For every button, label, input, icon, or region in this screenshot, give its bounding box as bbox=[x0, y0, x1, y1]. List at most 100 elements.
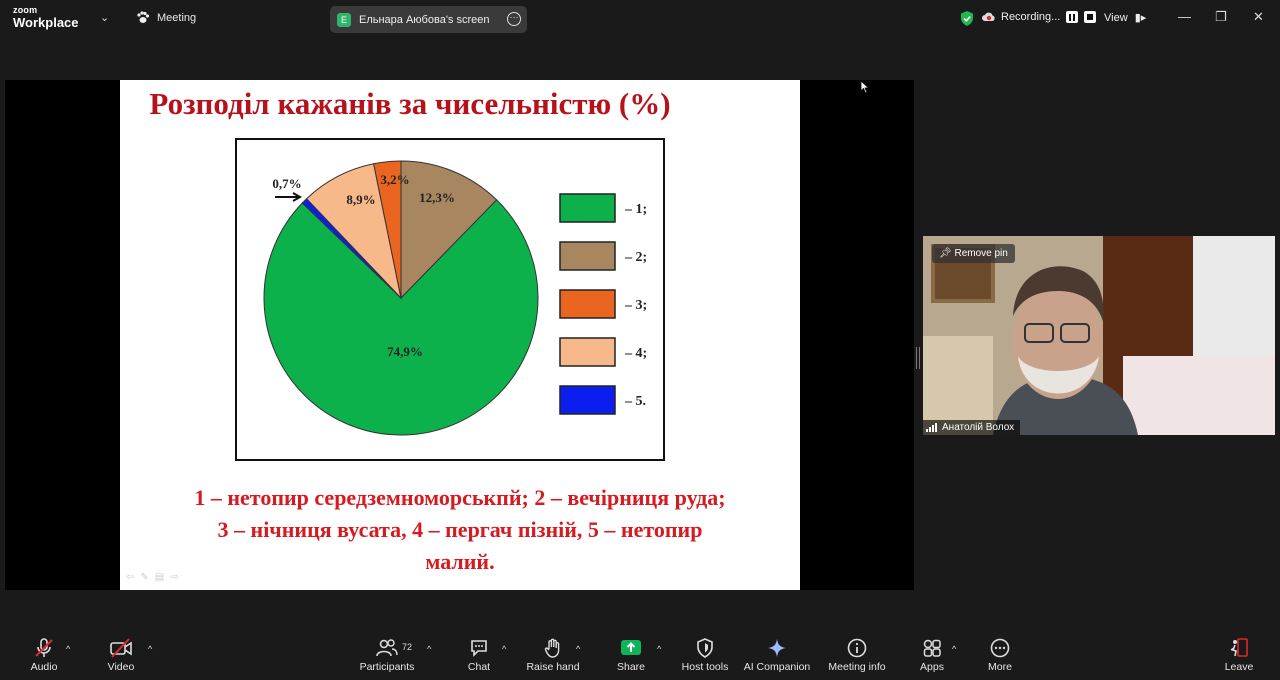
meeting-label: Meeting bbox=[157, 11, 197, 24]
leave-door-icon bbox=[1230, 638, 1248, 657]
legend-swatch-5 bbox=[559, 385, 616, 415]
legend-label-5: – 5. bbox=[624, 394, 646, 409]
minimize-button[interactable]: — bbox=[1178, 9, 1191, 24]
presentation-slide: Розподіл кажанів за чисельністю (%) 12,3… bbox=[120, 80, 800, 590]
slide-title: Розподіл кажанів за чисельністю (%) bbox=[149, 86, 671, 121]
meeting-info-label: Meeting info bbox=[828, 661, 886, 673]
participants-icon bbox=[376, 639, 398, 657]
more-label: More bbox=[988, 661, 1012, 673]
ai-companion-label: AI Companion bbox=[743, 661, 811, 673]
pie-chart-frame: 12,3% 74,9% 0,7% 8,9% 3,2% – 1; – 2; – 3; – 4; – … bbox=[235, 138, 665, 461]
participant-video-frame bbox=[923, 236, 1275, 435]
info-icon bbox=[847, 638, 867, 658]
ai-companion-button[interactable]: AI Companion bbox=[732, 638, 822, 673]
participants-button[interactable]: Participants bbox=[347, 638, 427, 673]
shield-check-icon[interactable] bbox=[960, 11, 974, 26]
legend-swatch-1 bbox=[559, 193, 616, 223]
raise-hand-label: Raise hand bbox=[526, 661, 580, 673]
meeting-menu-button[interactable]: Meeting bbox=[136, 11, 196, 24]
microphone-muted-icon bbox=[35, 638, 53, 657]
slice-5-pointer-arrow bbox=[275, 192, 303, 202]
pie-label-5: 0,7% bbox=[272, 176, 301, 191]
leave-button[interactable]: Leave bbox=[1199, 638, 1279, 673]
logo-bottom-text: Workplace bbox=[13, 15, 79, 30]
legend-swatch-4 bbox=[559, 337, 616, 367]
meeting-toolbar: Audio ^ Video ^ Participants ^ Chat ^ Ra… bbox=[0, 630, 1280, 680]
audio-options-caret[interactable]: ^ bbox=[66, 644, 70, 654]
apps-icon bbox=[923, 639, 941, 657]
recording-label: Recording... bbox=[1001, 11, 1061, 23]
view-layout-icon: ▮▸ bbox=[1134, 12, 1147, 24]
pie-label-3: 3,2% bbox=[380, 172, 409, 187]
cloud-record-icon bbox=[982, 12, 995, 21]
apps-label: Apps bbox=[920, 661, 944, 673]
chat-options-caret[interactable]: ^ bbox=[502, 644, 506, 654]
remove-pin-button[interactable]: 📌︎ Remove pin bbox=[932, 244, 1015, 263]
legend-label-4: – 4; bbox=[624, 346, 647, 361]
share-screen-icon bbox=[621, 640, 641, 655]
view-label: View bbox=[1104, 12, 1128, 24]
pin-icon: 📌︎ bbox=[939, 248, 952, 259]
slide-navigation-tools[interactable]: ⇦✎▤⇨ bbox=[126, 572, 185, 583]
pause-recording-button[interactable] bbox=[1066, 11, 1079, 23]
camera-off-icon bbox=[110, 638, 132, 658]
more-options-icon[interactable]: ··· bbox=[507, 12, 521, 26]
participant-count: 72 bbox=[402, 642, 413, 652]
legend-label-2: – 2; bbox=[624, 250, 647, 265]
chat-label: Chat bbox=[467, 661, 491, 673]
host-shield-icon bbox=[697, 638, 713, 658]
signal-strength-icon bbox=[926, 423, 937, 432]
remove-pin-label: Remove pin bbox=[954, 248, 1008, 259]
panel-resize-handle[interactable] bbox=[916, 347, 920, 369]
legend-swatch-2 bbox=[559, 241, 616, 271]
zoom-workplace-logo[interactable]: zoom Workplace bbox=[13, 5, 79, 30]
pie-label-2: 12,3% bbox=[419, 190, 455, 205]
chevron-down-icon[interactable]: ⌄ bbox=[100, 11, 109, 24]
participants-options-caret[interactable]: ^ bbox=[427, 644, 431, 654]
paw-icon bbox=[137, 11, 150, 23]
pie-label-1: 74,9% bbox=[387, 344, 423, 359]
caption-line-1: 1 – нетопир середземноморськпй; 2 – вечі… bbox=[194, 485, 726, 510]
sharer-badge: E bbox=[337, 12, 351, 27]
participants-label: Participants bbox=[359, 661, 415, 673]
restore-button[interactable]: ❐ bbox=[1215, 9, 1227, 25]
recording-indicator[interactable]: Recording... bbox=[982, 11, 1097, 23]
view-button[interactable]: View ▮▸ bbox=[1104, 11, 1146, 24]
screen-share-indicator[interactable]: E Ельнара Аюбова's screen ··· bbox=[330, 6, 527, 33]
logo-top-text: zoom bbox=[13, 5, 38, 15]
screen-share-label: Ельнара Аюбова's screen bbox=[359, 13, 490, 26]
audio-label: Audio bbox=[30, 661, 58, 673]
legend-swatch-3 bbox=[559, 289, 616, 319]
audio-button[interactable]: Audio bbox=[4, 638, 84, 673]
participant-name: Анатолій Волох bbox=[942, 422, 1015, 433]
meeting-info-button[interactable]: Meeting info bbox=[817, 638, 897, 673]
leave-label: Leave bbox=[1224, 661, 1254, 673]
pie-label-4: 8,9% bbox=[346, 192, 375, 207]
participant-video[interactable] bbox=[923, 236, 1275, 435]
slide-caption: 1 – нетопир середземноморськпй; 2 – вечі… bbox=[120, 482, 800, 578]
share-options-caret[interactable]: ^ bbox=[657, 644, 661, 654]
raise-hand-button[interactable]: Raise hand bbox=[513, 638, 593, 673]
more-dots-icon bbox=[990, 638, 1010, 658]
close-window-button[interactable]: ✕ bbox=[1253, 9, 1264, 25]
video-label: Video bbox=[107, 661, 135, 673]
more-button[interactable]: More bbox=[960, 638, 1040, 673]
chat-bubble-icon bbox=[471, 640, 487, 657]
raise-hand-icon bbox=[544, 638, 560, 658]
chat-button[interactable]: Chat bbox=[439, 638, 519, 673]
pie-chart: 12,3% 74,9% 0,7% 8,9% 3,2% – 1; – 2; – 3; – 4; – … bbox=[263, 160, 647, 436]
raise-hand-options-caret[interactable]: ^ bbox=[576, 644, 580, 654]
participant-name-tag: Анатолій Волох bbox=[923, 420, 1021, 435]
apps-options-caret[interactable]: ^ bbox=[952, 644, 956, 654]
stop-recording-button[interactable] bbox=[1084, 11, 1097, 23]
sparkle-icon bbox=[768, 639, 786, 657]
share-label: Share bbox=[616, 661, 646, 673]
legend-label-1: – 1; bbox=[624, 202, 647, 217]
caption-line-3: малий. bbox=[425, 549, 495, 574]
title-bar: zoom Workplace ⌄ Meeting E Ельнара Аюбов… bbox=[0, 0, 1280, 37]
host-tools-label: Host tools bbox=[681, 661, 729, 673]
mouse-cursor-icon bbox=[860, 80, 870, 94]
caption-line-2: 3 – нічниця вусата, 4 – пергач пізній, 5… bbox=[217, 517, 703, 542]
video-options-caret[interactable]: ^ bbox=[148, 644, 152, 654]
legend-label-3: – 3; bbox=[624, 298, 647, 313]
